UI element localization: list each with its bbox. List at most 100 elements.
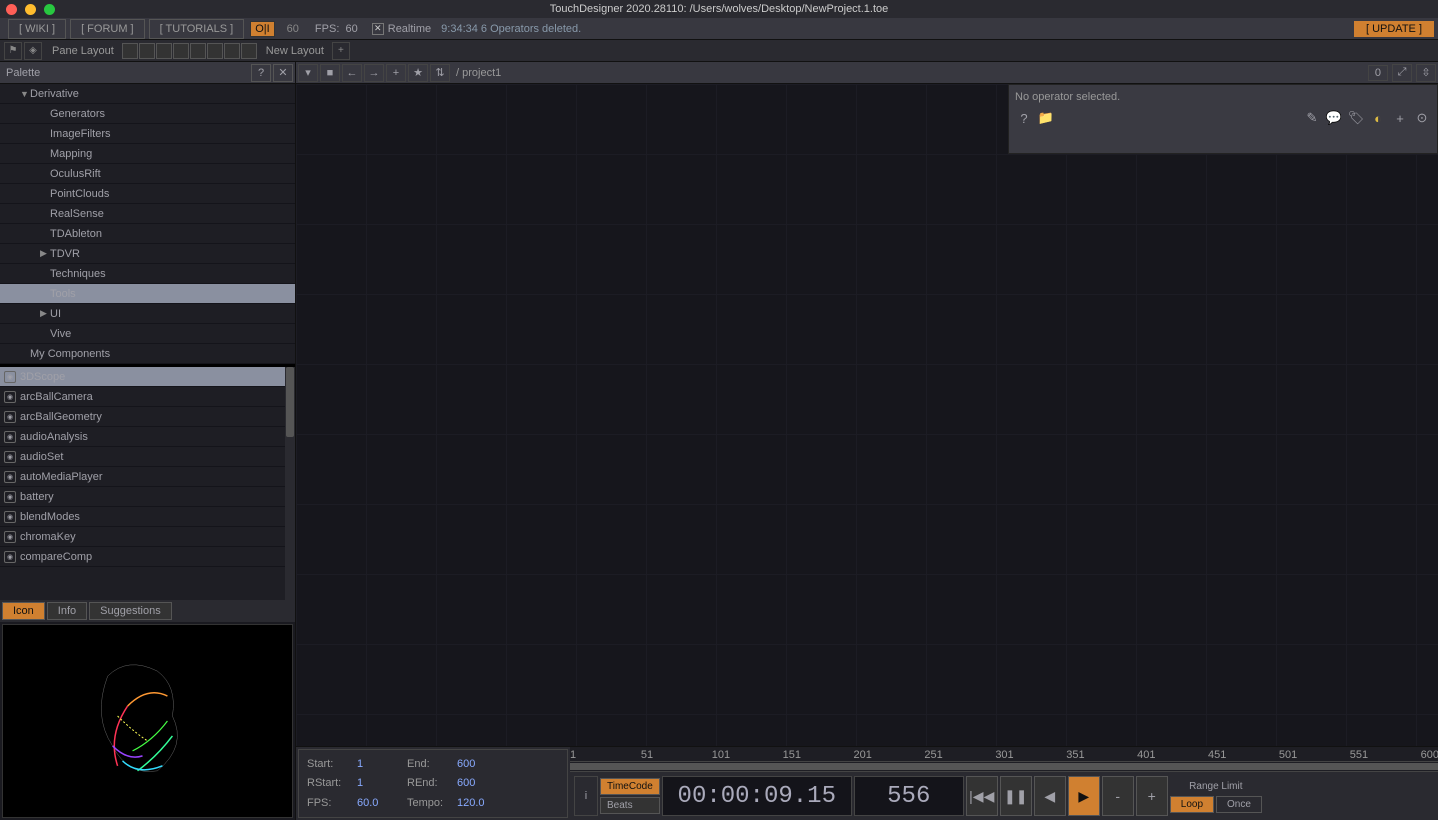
tree-item-pointclouds[interactable]: PointClouds [0,184,295,204]
scrollbar[interactable] [285,367,295,600]
pause-button[interactable]: ❚❚ [1000,776,1032,816]
back-icon[interactable]: ← [342,64,362,82]
component-battery[interactable]: ◉battery [0,487,295,507]
edit-icon[interactable]: ✎ [1303,109,1321,127]
frame-display[interactable]: 556 [854,776,964,816]
network-editor[interactable]: No operator selected. ? 📁 ✎ 💬 🏷 ◐ + ⊙ [296,84,1438,746]
wiki-button[interactable]: [ WIKI ] [8,19,66,39]
forward-icon[interactable]: → [364,64,384,82]
split-icon[interactable]: ⇅ [430,64,450,82]
dropdown-icon[interactable]: ▾ [298,64,318,82]
tree-item-oculusrift[interactable]: OculusRift [0,164,295,184]
add-layout-button[interactable]: + [332,42,350,60]
component-arcballgeometry[interactable]: ◉arcBallGeometry [0,407,295,427]
zoom-window-icon[interactable] [44,4,55,15]
pin-icon[interactable]: ◈ [24,42,42,60]
palette-title: Palette [6,67,40,79]
tree-item-generators[interactable]: Generators [0,104,295,124]
info-button[interactable]: i [574,776,598,816]
start-value[interactable]: 1 [357,758,407,770]
tab-icon[interactable]: Icon [2,602,45,620]
component-blendmodes[interactable]: ◉blendModes [0,507,295,527]
step-back-button[interactable]: ◀ [1034,776,1066,816]
tree-item-tdvr[interactable]: ▶TDVR [0,244,295,264]
layout-presets [122,43,258,59]
component-audioset[interactable]: ◉audioSet [0,447,295,467]
close-palette-button[interactable]: ✕ [273,64,293,82]
palette-panel: Palette ? ✕ ▼DerivativeGeneratorsImageFi… [0,62,296,820]
star-icon[interactable]: ★ [408,64,428,82]
component-3dscope[interactable]: ◉3DScope [0,367,295,387]
minimize-window-icon[interactable] [25,4,36,15]
fps-param-value[interactable]: 60.0 [357,797,407,809]
plus-button[interactable]: + [1136,776,1168,816]
tree-item-mapping[interactable]: Mapping [0,144,295,164]
tree-item-my-components[interactable]: My Components [0,344,295,364]
tree-item-vive[interactable]: Vive [0,324,295,344]
layout-preset-6[interactable] [207,43,223,59]
forum-button[interactable]: [ FORUM ] [70,19,145,39]
rstart-value[interactable]: 1 [357,777,407,789]
add-param-icon[interactable]: + [1391,109,1409,127]
update-button[interactable]: [ UPDATE ] [1354,21,1434,37]
scrollbar-thumb[interactable] [286,367,294,437]
end-value[interactable]: 600 [457,758,507,770]
timecode-mode-button[interactable]: TimeCode [600,778,660,795]
folder-icon[interactable]: 📁 [1037,109,1055,127]
window-controls [6,4,55,15]
python-icon[interactable]: ◐ [1369,109,1387,127]
layout-preset-2[interactable] [139,43,155,59]
expand-up-icon[interactable]: ⤢ [1392,64,1412,82]
component-automediaplayer[interactable]: ◉autoMediaPlayer [0,467,295,487]
stop-icon[interactable]: ■ [320,64,340,82]
timeline-ruler[interactable]: 151101151201251301351401451501551600 [570,747,1438,762]
component-arcballcamera[interactable]: ◉arcBallCamera [0,387,295,407]
tree-item-realsense[interactable]: RealSense [0,204,295,224]
range-limit-label: Range Limit [1187,779,1244,794]
tree-item-tools[interactable]: Tools [0,284,295,304]
layout-preset-5[interactable] [190,43,206,59]
tab-suggestions[interactable]: Suggestions [89,602,172,620]
tag-icon[interactable]: 🏷 [1347,109,1365,127]
minus-button[interactable]: - [1102,776,1134,816]
help-button[interactable]: ? [251,64,271,82]
expand-icon[interactable]: ⇳ [1416,64,1436,82]
component-audioanalysis[interactable]: ◉audioAnalysis [0,427,295,447]
tree-item-ui[interactable]: ▶UI [0,304,295,324]
oii-toggle[interactable]: O|I [250,21,274,37]
layout-preset-8[interactable] [241,43,257,59]
rend-value[interactable]: 600 [457,777,507,789]
layout-preset-7[interactable] [224,43,240,59]
gear-icon[interactable]: ⊙ [1413,109,1431,127]
tree-item-derivative[interactable]: ▼Derivative [0,84,295,104]
timeline-scrollbar[interactable] [570,762,1438,772]
layout-preset-4[interactable] [173,43,189,59]
component-chromakey[interactable]: ◉chromaKey [0,527,295,547]
tutorials-button[interactable]: [ TUTORIALS ] [149,19,245,39]
checkbox-icon: ✕ [372,23,384,35]
layout-preset-3[interactable] [156,43,172,59]
once-button[interactable]: Once [1216,796,1262,813]
add-icon[interactable]: + [386,64,406,82]
new-layout-label: New Layout [266,45,324,57]
loop-button[interactable]: Loop [1170,796,1214,813]
timecode-display[interactable]: 00:00:09.15 [662,776,852,816]
play-button[interactable]: ▶ [1068,776,1100,816]
tempo-value[interactable]: 120.0 [457,797,507,809]
tab-info[interactable]: Info [47,602,87,620]
comment-icon[interactable]: 💬 [1325,109,1343,127]
component-comparecomp[interactable]: ◉compareComp [0,547,295,567]
help-icon[interactable]: ? [1015,109,1033,127]
realtime-toggle[interactable]: ✕ Realtime [372,23,431,35]
end-label: End: [407,758,457,770]
close-window-icon[interactable] [6,4,17,15]
tree-item-techniques[interactable]: Techniques [0,264,295,284]
rewind-button[interactable]: |◀◀ [966,776,998,816]
network-path[interactable]: / project1 [456,67,501,79]
beats-mode-button[interactable]: Beats [600,797,660,814]
bookmark-icon[interactable]: ⚑ [4,42,22,60]
layout-preset-1[interactable] [122,43,138,59]
tree-item-imagefilters[interactable]: ImageFilters [0,124,295,144]
tree-item-tdableton[interactable]: TDAbleton [0,224,295,244]
timeline-scroll-thumb[interactable] [570,763,1438,770]
